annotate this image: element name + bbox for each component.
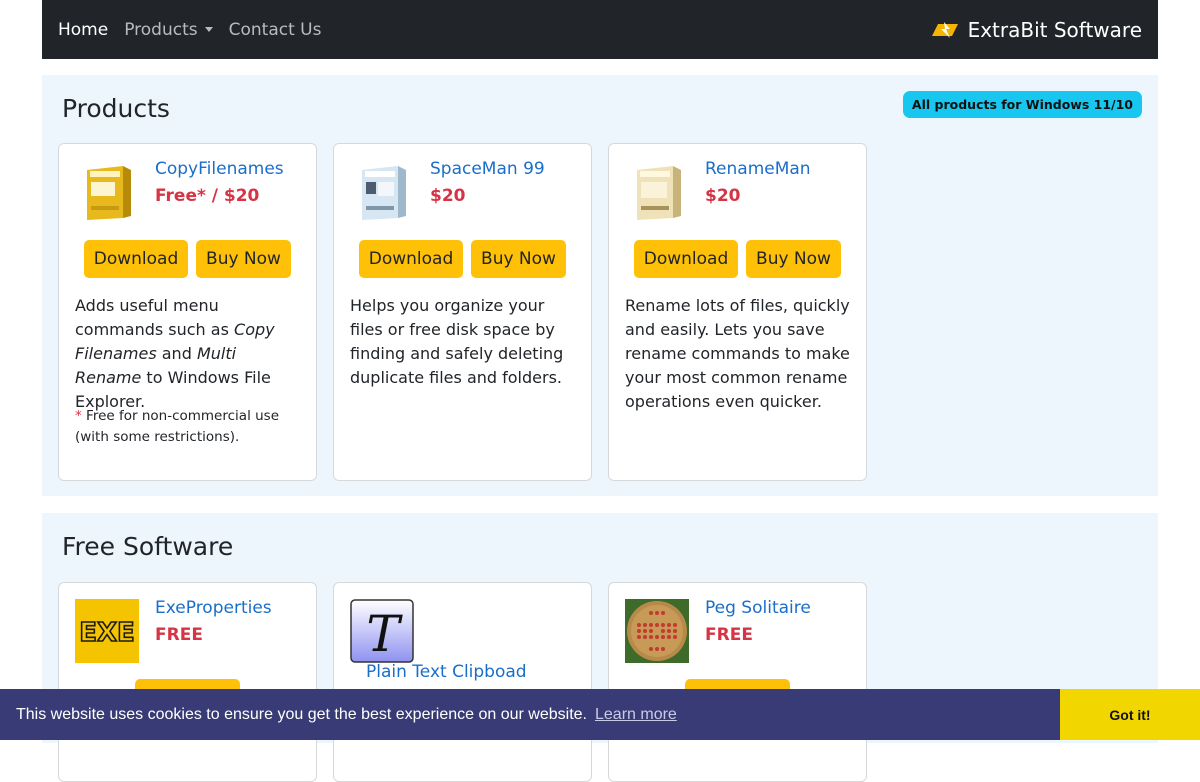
free-card-plaintext: T Plain Text Clipboad [333,582,592,782]
product-price: Free* / $20 [155,186,260,206]
product-price: $20 [705,186,741,206]
top-navbar: Home Products Contact Us ExtraBit Softwa… [42,0,1158,59]
free-name-link[interactable]: ExeProperties [155,598,272,618]
brand-name: ExtraBit Software [967,17,1142,42]
svg-text:T: T [366,605,403,663]
brand-logo-icon [931,21,958,38]
product-card-spaceman: SpaceMan 99 $20 Download Buy Now Helps y… [333,143,592,481]
product-footnote: * Free for non-commercial use (with some… [75,408,280,445]
download-button[interactable]: Download [634,240,738,278]
products-section: Products All products for Windows 11/10 … [42,75,1158,496]
nav-contact[interactable]: Contact Us [229,20,322,40]
svg-text:EXE: EXE [79,618,135,648]
copyfilenames-box-image[interactable] [81,162,135,222]
product-name-link[interactable]: CopyFilenames [155,159,284,179]
free-card-exeproperties: EXE ExeProperties FREE [58,582,317,782]
buy-now-button[interactable]: Buy Now [196,240,291,278]
product-card-renameman: RenameMan $20 Download Buy Now Rename lo… [608,143,867,481]
free-card-pegsolitaire: Peg Solitaire FREE [608,582,867,782]
product-description: Rename lots of files, quickly and easily… [625,296,850,411]
peg-solitaire-icon[interactable] [625,599,689,663]
free-price: FREE [155,625,203,645]
renameman-box-image[interactable] [631,162,685,222]
buy-now-button[interactable]: Buy Now [746,240,841,278]
buy-now-button[interactable]: Buy Now [471,240,566,278]
product-description: Adds useful menu commands such as Copy F… [75,296,275,411]
chevron-down-icon [204,27,213,32]
download-button[interactable]: Download [84,240,188,278]
free-name-link[interactable]: Plain Text Clipboad [366,662,527,682]
product-description: Helps you organize your files or free di… [350,296,564,387]
spaceman-box-image[interactable] [356,162,410,222]
products-title: Products [62,94,170,123]
product-name-link[interactable]: SpaceMan 99 [430,159,545,179]
cookie-message: This website uses cookies to ensure you … [16,705,587,723]
free-name-link[interactable]: Peg Solitaire [705,598,811,618]
exe-icon[interactable]: EXE [75,599,139,663]
product-name-link[interactable]: RenameMan [705,159,811,179]
cookie-banner: This website uses cookies to ensure you … [0,689,1200,740]
nav-products-label: Products [124,19,198,40]
free-price: FREE [705,625,753,645]
nav-products-dropdown[interactable]: Products [124,19,213,40]
brand-link[interactable]: ExtraBit Software [931,17,1142,42]
text-t-icon[interactable]: T [350,599,414,663]
free-software-title: Free Software [62,532,234,561]
product-price: $20 [430,186,466,206]
product-card-copyfilenames: CopyFilenames Free* / $20 Download Buy N… [58,143,317,481]
nav-home[interactable]: Home [58,20,108,40]
download-button[interactable]: Download [359,240,463,278]
windows-badge: All products for Windows 11/10 [902,91,1142,118]
cookie-learn-more-link[interactable]: Learn more [595,706,677,724]
cookie-accept-button[interactable]: Got it! [1060,689,1200,740]
